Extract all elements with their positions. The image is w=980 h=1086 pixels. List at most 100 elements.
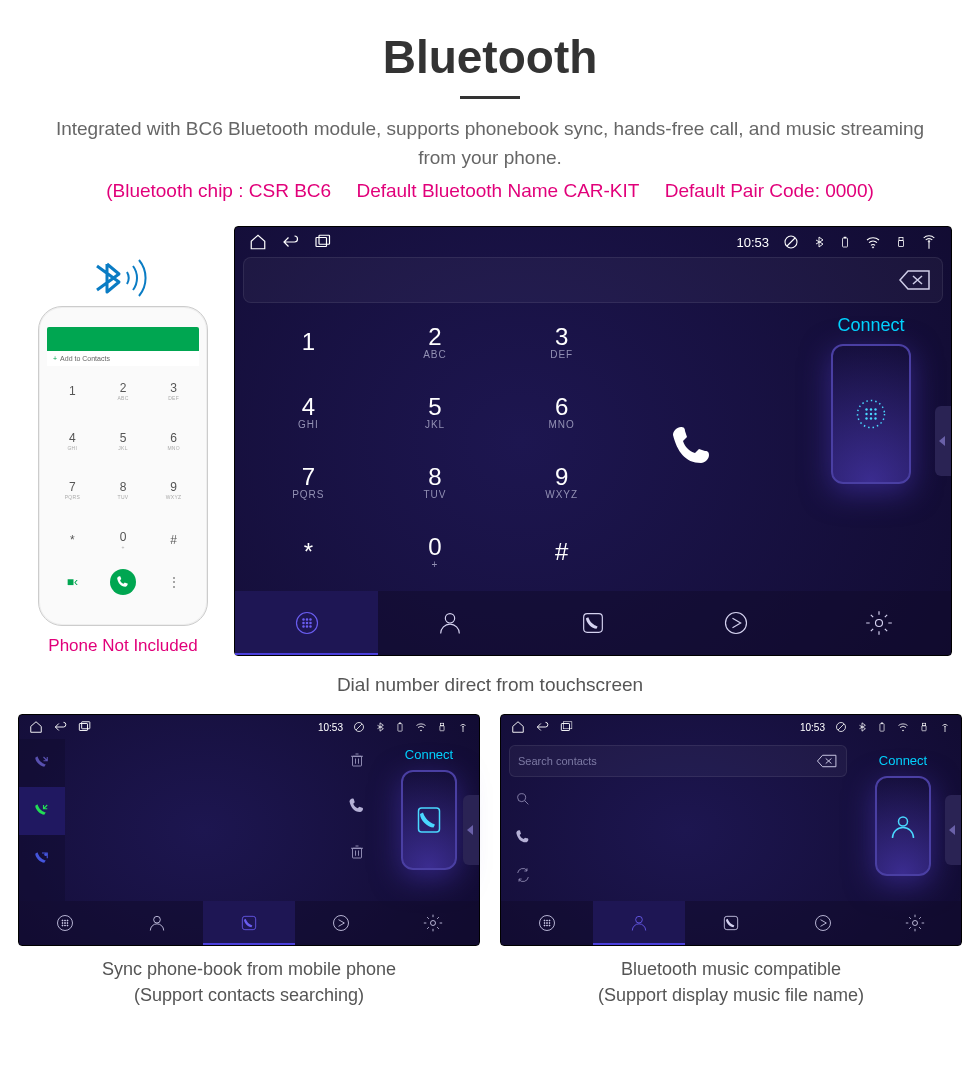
head-unit-main: 10:53 12ABC3DEF4GHI5JKL6MNO7PQRS8TUV9WXY… <box>234 226 952 656</box>
key-8[interactable]: 8TUV <box>372 447 499 515</box>
tab-dialed-calls[interactable] <box>19 835 65 883</box>
svg-rect-57 <box>242 916 255 929</box>
delete-entry-icon[interactable] <box>348 751 366 773</box>
nav-contacts[interactable] <box>111 901 203 945</box>
sync-icon[interactable] <box>515 867 841 887</box>
svg-point-78 <box>544 925 545 926</box>
nav-call-log[interactable] <box>521 591 664 655</box>
key-7[interactable]: 7PQRS <box>47 466 98 516</box>
bluetooth-status-icon <box>857 721 867 733</box>
svg-point-58 <box>334 916 349 931</box>
key-4[interactable]: 4GHI <box>47 416 98 466</box>
key-#[interactable]: # <box>498 517 625 585</box>
svg-point-23 <box>302 622 303 623</box>
key-3[interactable]: 3DEF <box>148 366 199 416</box>
nav-music[interactable] <box>295 901 387 945</box>
bottom-nav <box>501 901 961 945</box>
key-5[interactable]: 5JKL <box>372 377 499 445</box>
key-9[interactable]: 9WXYZ <box>498 447 625 515</box>
nav-settings[interactable] <box>869 901 961 945</box>
key-8[interactable]: 8TUV <box>98 466 149 516</box>
search-icon[interactable] <box>515 791 841 811</box>
back-icon[interactable] <box>535 720 549 734</box>
bluetooth-phone-icon[interactable] <box>401 770 457 870</box>
nav-call-log[interactable] <box>203 901 295 945</box>
svg-point-16 <box>865 417 867 419</box>
key-2[interactable]: 2ABC <box>98 366 149 416</box>
nav-contacts[interactable] <box>593 901 685 945</box>
nav-call-log[interactable] <box>685 901 777 945</box>
tab-missed-calls[interactable] <box>19 739 65 787</box>
back-icon[interactable] <box>53 720 67 734</box>
svg-point-53 <box>62 925 63 926</box>
back-icon[interactable] <box>281 233 299 251</box>
key-0[interactable]: 0+ <box>98 515 149 565</box>
nav-dialer[interactable] <box>501 901 593 945</box>
key-7[interactable]: 7PQRS <box>245 447 372 515</box>
usb-icon <box>919 721 929 733</box>
bluetooth-status-icon <box>375 721 385 733</box>
key-1[interactable]: 1 <box>47 366 98 416</box>
key-#[interactable]: # <box>148 515 199 565</box>
bottom-nav <box>235 591 951 655</box>
home-icon[interactable] <box>29 720 43 734</box>
backspace-button[interactable] <box>898 269 932 291</box>
recents-icon[interactable] <box>559 720 573 734</box>
svg-point-14 <box>870 413 872 415</box>
key-*[interactable]: * <box>47 515 98 565</box>
mute-icon <box>835 721 847 733</box>
battery-icon <box>395 721 405 733</box>
connect-label[interactable]: Connect <box>837 315 904 336</box>
tab-received-calls[interactable] <box>19 787 65 835</box>
add-to-contacts-row: + Add to Contacts <box>47 351 199 366</box>
key-6[interactable]: 6MNO <box>148 416 199 466</box>
key-0[interactable]: 0+ <box>372 517 499 585</box>
drawer-handle[interactable] <box>945 795 961 865</box>
connect-label[interactable]: Connect <box>405 747 453 762</box>
nav-dialer[interactable] <box>19 901 111 945</box>
svg-point-52 <box>67 923 68 924</box>
recents-icon[interactable] <box>77 720 91 734</box>
key-6[interactable]: 6MNO <box>498 377 625 445</box>
bluetooth-phone-icon[interactable] <box>875 776 931 876</box>
key-1[interactable]: 1 <box>245 307 372 375</box>
search-contacts-input[interactable]: Search contacts <box>509 745 847 777</box>
drawer-handle[interactable] <box>935 406 951 476</box>
key-2[interactable]: 2ABC <box>372 307 499 375</box>
nav-dialer[interactable] <box>235 591 378 655</box>
backspace-button[interactable] <box>816 754 838 768</box>
call-button[interactable] <box>633 307 753 587</box>
smartphone-statusbar <box>47 327 199 351</box>
home-icon[interactable] <box>249 233 267 251</box>
nav-music[interactable] <box>777 901 869 945</box>
nav-music[interactable] <box>665 591 808 655</box>
key-4[interactable]: 4GHI <box>245 377 372 445</box>
spec-chip: (Bluetooth chip : CSR BC6 <box>106 180 331 202</box>
call-icon[interactable] <box>348 797 366 819</box>
recents-icon[interactable] <box>313 233 331 251</box>
home-icon[interactable] <box>511 720 525 734</box>
bluetooth-phone-icon[interactable] <box>831 344 911 484</box>
delete-all-icon[interactable] <box>348 843 366 865</box>
svg-point-38 <box>421 730 422 731</box>
svg-point-15 <box>874 413 876 415</box>
svg-rect-45 <box>419 808 440 832</box>
key-9[interactable]: 9WXYZ <box>148 466 199 516</box>
svg-point-79 <box>547 925 548 926</box>
nav-contacts[interactable] <box>378 591 521 655</box>
head-unit-contacts: 10:53 Search contacts <box>500 714 962 946</box>
drawer-handle[interactable] <box>463 795 479 865</box>
nav-settings[interactable] <box>808 591 951 655</box>
svg-point-12 <box>874 408 876 410</box>
svg-point-68 <box>945 726 946 727</box>
call-icon[interactable] <box>515 829 841 849</box>
nav-settings[interactable] <box>387 901 479 945</box>
svg-point-49 <box>67 920 68 921</box>
svg-rect-3 <box>843 238 848 247</box>
key-3[interactable]: 3DEF <box>498 307 625 375</box>
svg-point-8 <box>928 241 930 243</box>
key-5[interactable]: 5JKL <box>98 416 149 466</box>
key-*[interactable]: * <box>245 517 372 585</box>
svg-rect-7 <box>899 241 904 247</box>
connect-label[interactable]: Connect <box>879 753 927 768</box>
